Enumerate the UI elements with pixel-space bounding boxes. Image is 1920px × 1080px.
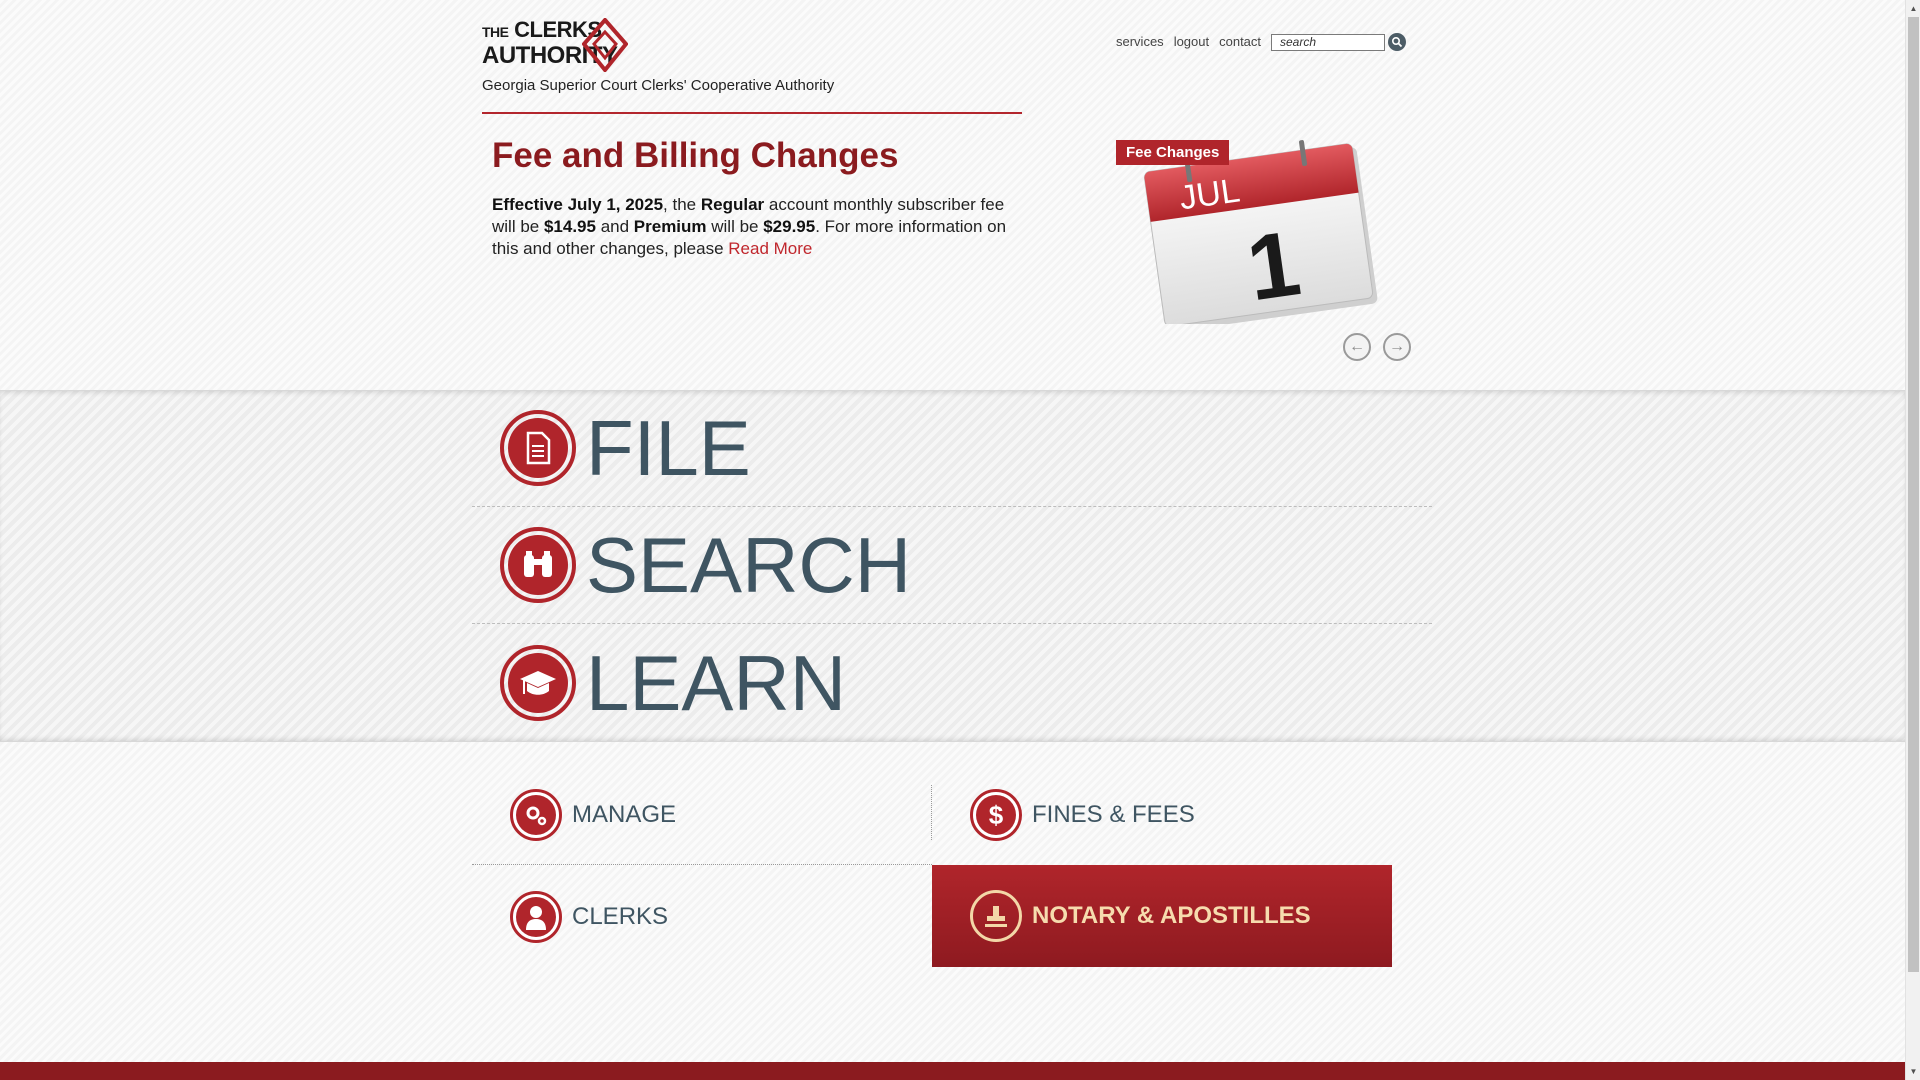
logo-diamond-icon <box>582 18 628 72</box>
grid-divider-horizontal <box>472 864 932 865</box>
scrollbar-thumb[interactable] <box>1908 17 1919 972</box>
nav-learn-label: LEARN <box>586 638 847 727</box>
slide-prev-button[interactable]: ← <box>1343 333 1371 361</box>
calendar-icon: JUL 1 <box>1143 140 1378 324</box>
dollar-glyph: $ <box>988 799 1004 830</box>
nav-file[interactable]: FILE <box>472 390 1432 507</box>
feature-text: will be <box>706 217 764 236</box>
footer-bar <box>0 1062 1905 1080</box>
scroll-down-icon[interactable]: ▼ <box>1906 1063 1920 1080</box>
gears-icon <box>510 789 562 841</box>
slide-image[interactable]: Fee Changes JUL 1 <box>1116 138 1402 324</box>
nav-manage[interactable]: MANAGE <box>510 764 970 866</box>
nav-manage-label: MANAGE <box>572 801 677 828</box>
search-box <box>1271 33 1406 51</box>
nav-fines-fees[interactable]: $ FINES & FEES <box>970 764 1430 866</box>
slide-badge: Fee Changes <box>1116 140 1230 165</box>
feature-title: Fee and Billing Changes <box>492 136 899 175</box>
scroll-up-icon[interactable]: ▲ <box>1906 0 1920 17</box>
nav-file-label: FILE <box>586 404 751 492</box>
effective-date: Effective July 1, 2025 <box>492 195 664 214</box>
nav-link-services[interactable]: services <box>1116 34 1164 49</box>
search-input[interactable] <box>1271 33 1385 51</box>
site-tagline: Georgia Superior Court Clerks' Cooperati… <box>482 77 835 94</box>
arrow-left-icon: ← <box>1349 338 1365 355</box>
nav-search-label: SEARCH <box>586 521 912 609</box>
nav-learn[interactable]: LEARN <box>472 624 1432 741</box>
graduation-cap-icon <box>500 644 576 721</box>
person-icon <box>510 891 562 943</box>
regular-price: $14.95 <box>543 217 596 236</box>
regular-label: Regular <box>700 195 765 214</box>
arrow-right-icon: → <box>1389 338 1405 355</box>
nav-notary-apostilles[interactable]: NOTARY & APOSTILLES <box>932 865 1392 967</box>
nav-clerks-label: CLERKS <box>572 903 669 930</box>
site-header: THE CLERKS AUTHORITY Georgia Superior Co… <box>482 16 1412 116</box>
nav-fines-fees-label: FINES & FEES <box>1032 801 1195 828</box>
nav-search[interactable]: SEARCH <box>472 507 1432 624</box>
slide-next-button[interactable]: → <box>1383 333 1411 361</box>
nav-clerks[interactable]: CLERKS <box>510 866 970 968</box>
dollar-icon: $ <box>970 789 1022 841</box>
grid-divider-vertical <box>931 785 932 840</box>
nav-notary-apostilles-label: NOTARY & APOSTILLES <box>1032 902 1311 929</box>
file-icon <box>500 410 576 486</box>
feature-text: , the <box>663 195 701 214</box>
premium-price: $29.95 <box>763 217 816 236</box>
read-more-link[interactable]: Read More <box>728 239 812 258</box>
header-divider <box>482 112 1022 114</box>
top-nav: services logout contact <box>1116 34 1261 49</box>
vertical-scrollbar[interactable]: ▲ ▼ <box>1905 0 1920 1080</box>
premium-label: Premium <box>633 217 707 236</box>
feature-body: Effective July 1, 2025, the Regular acco… <box>492 194 1012 260</box>
magnifier-icon <box>1391 36 1403 48</box>
site-logo[interactable]: THE CLERKS AUTHORITY <box>482 16 632 74</box>
nav-link-contact[interactable]: contact <box>1219 34 1261 49</box>
stamp-icon <box>970 890 1022 942</box>
feature-text: and <box>595 217 634 236</box>
nav-link-logout[interactable]: logout <box>1174 34 1209 49</box>
search-button[interactable] <box>1388 33 1406 51</box>
logo-the: THE <box>482 24 509 40</box>
binoculars-icon <box>500 527 576 603</box>
